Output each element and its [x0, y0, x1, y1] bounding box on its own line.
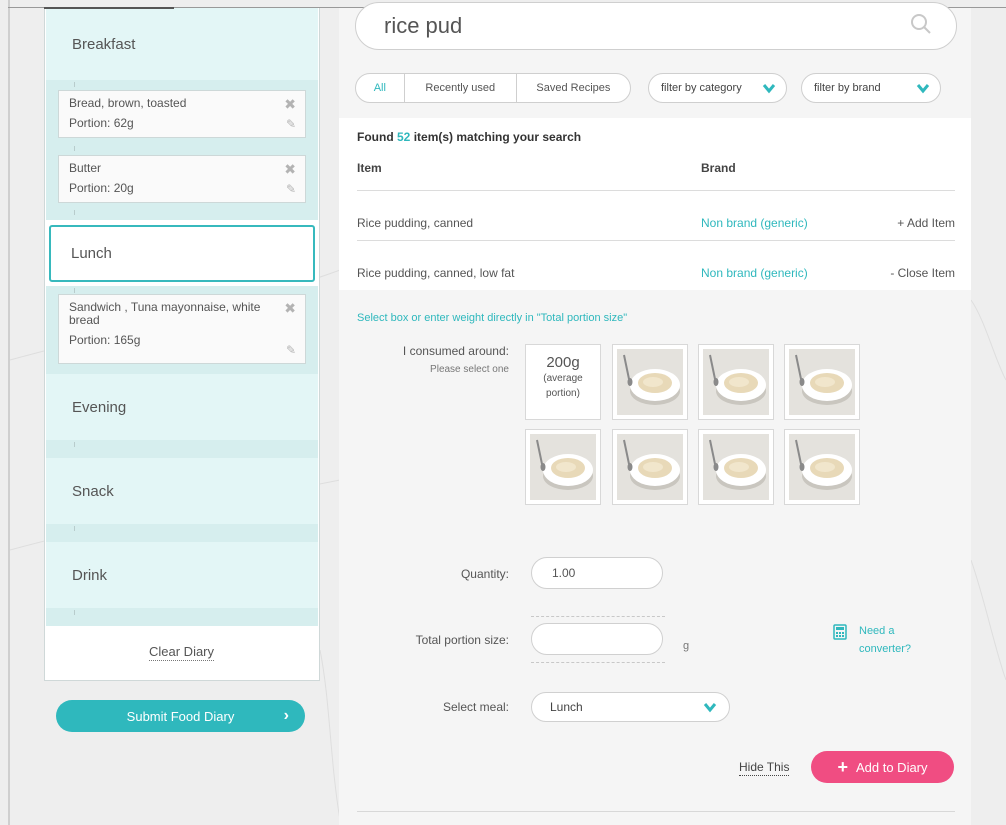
quantity-input[interactable]: [531, 557, 663, 589]
select-meal-label: Select meal:: [442, 700, 509, 714]
dashed-divider: [531, 616, 665, 617]
meal-snack-items: [46, 524, 318, 542]
meal-label: Snack: [72, 482, 114, 500]
result-item-brand[interactable]: Non brand (generic): [701, 266, 808, 280]
diary-item[interactable]: Sandwich , Tuna mayonnaise, white bread …: [58, 294, 306, 364]
diary-item[interactable]: Butter Portion: 20g ✖ ✎: [58, 155, 306, 203]
portion-tile-photo[interactable]: [698, 344, 774, 420]
meal-label: Drink: [72, 566, 108, 584]
tab-all[interactable]: All: [356, 74, 405, 102]
search-results: Found 52 item(s) matching your search It…: [339, 118, 971, 290]
portion-tile-photo[interactable]: [612, 429, 688, 505]
rice-pudding-bowl-icon: [530, 434, 596, 500]
diary-item-name: Bread, brown, toasted: [69, 96, 187, 110]
filter-category-label: filter by category: [661, 82, 742, 94]
filter-by-brand-dropdown[interactable]: filter by brand: [801, 73, 941, 103]
rice-pudding-bowl-icon: [617, 349, 683, 415]
chevron-down-icon: [703, 703, 717, 713]
add-to-diary-label: Add to Diary: [855, 759, 928, 775]
result-item-name[interactable]: Rice pudding, canned, low fat: [357, 266, 514, 280]
portion-tile-photo[interactable]: [784, 429, 860, 505]
edit-icon[interactable]: ✎: [286, 343, 296, 357]
result-item-name[interactable]: Rice pudding, canned: [357, 216, 473, 230]
meal-drink[interactable]: Drink: [46, 542, 318, 608]
clear-diary-link[interactable]: Clear Diary: [149, 644, 215, 661]
tab-saved-recipes[interactable]: Saved Recipes: [517, 74, 630, 102]
search-icon[interactable]: [910, 13, 932, 35]
diary-item-name: Butter: [69, 161, 102, 175]
remove-icon[interactable]: ✖: [284, 96, 296, 113]
meal-breakfast[interactable]: Breakfast: [46, 8, 318, 80]
selected-meal: Lunch: [550, 700, 583, 714]
results-count-number: 52: [397, 130, 411, 144]
rice-pudding-bowl-icon: [703, 434, 769, 500]
search-input[interactable]: [382, 11, 886, 41]
chevron-down-icon: [762, 84, 776, 94]
filter-brand-label: filter by brand: [814, 82, 881, 94]
meal-evening-items: [46, 440, 318, 458]
portion-tile-photo[interactable]: [612, 344, 688, 420]
search-box[interactable]: [355, 2, 957, 50]
meal-breakfast-items: Bread, brown, toasted Portion: 62g ✖ ✎ B…: [46, 80, 318, 220]
diary-item[interactable]: Bread, brown, toasted Portion: 62g ✖ ✎: [58, 90, 306, 138]
portion-tile-photo[interactable]: [698, 429, 774, 505]
add-item-button[interactable]: + Add Item: [897, 216, 955, 230]
portion-tile-photo[interactable]: [784, 344, 860, 420]
select-meal-dropdown[interactable]: Lunch: [531, 692, 730, 722]
meal-snack[interactable]: Snack: [46, 458, 318, 524]
rice-pudding-bowl-icon: [703, 349, 769, 415]
add-to-diary-button[interactable]: + Add to Diary: [811, 751, 954, 783]
diary-item-portion: Portion: 20g: [69, 181, 134, 195]
quantity-label: Quantity:: [460, 567, 509, 581]
remove-icon[interactable]: ✖: [284, 300, 296, 317]
calculator-icon: [833, 624, 847, 640]
diary-item-portion: Portion: 165g: [69, 333, 141, 347]
total-portion-label: Total portion size:: [415, 633, 509, 647]
submit-food-diary-button[interactable]: Submit Food Diary ›: [56, 700, 305, 732]
search-panel: All Recently used Saved Recipes filter b…: [339, 2, 971, 825]
portion-hint: Select box or enter weight directly in "…: [357, 312, 628, 324]
consumed-label: I consumed around:: [402, 344, 509, 358]
edit-icon[interactable]: ✎: [286, 117, 296, 131]
column-header-brand: Brand: [701, 161, 736, 175]
portion-tile-photo[interactable]: [525, 429, 601, 505]
meal-drink-items: [46, 608, 318, 626]
average-portion-weight: 200g: [546, 354, 580, 371]
hide-this-link[interactable]: Hide This: [739, 760, 790, 776]
tab-recently-used[interactable]: Recently used: [405, 74, 517, 102]
rice-pudding-bowl-icon: [789, 434, 855, 500]
food-diary-panel: Breakfast Bread, brown, toasted Portion:…: [44, 8, 320, 681]
result-item-brand[interactable]: Non brand (generic): [701, 216, 808, 230]
dashed-divider: [531, 662, 665, 663]
edit-icon[interactable]: ✎: [286, 182, 296, 196]
window-edge: [8, 0, 10, 825]
meal-lunch-items: Sandwich , Tuna mayonnaise, white bread …: [46, 286, 318, 374]
total-portion-input[interactable]: [531, 623, 663, 655]
chevron-down-icon: [916, 84, 930, 94]
remove-icon[interactable]: ✖: [284, 161, 296, 178]
diary-item-name: Sandwich , Tuna mayonnaise, white bread: [69, 300, 261, 327]
meal-lunch[interactable]: Lunch: [49, 225, 315, 282]
meal-label: Breakfast: [72, 35, 136, 53]
result-tabs: All Recently used Saved Recipes: [355, 73, 631, 103]
close-item-button[interactable]: - Close Item: [890, 266, 955, 280]
select-one-hint: Please select one: [430, 364, 509, 375]
submit-label: Submit Food Diary: [126, 708, 235, 724]
meal-label: Lunch: [71, 245, 112, 262]
results-count: Found 52 item(s) matching your search: [357, 130, 582, 144]
meal-evening[interactable]: Evening: [46, 374, 318, 440]
portion-tile-average[interactable]: 200g (average portion): [525, 344, 601, 420]
column-header-item: Item: [357, 161, 382, 175]
filter-by-category-dropdown[interactable]: filter by category: [648, 73, 787, 103]
rice-pudding-bowl-icon: [617, 434, 683, 500]
chevron-right-icon: ›: [283, 707, 289, 724]
meal-label: Evening: [72, 398, 127, 416]
left-panel-topline: [44, 7, 174, 9]
bottom-divider: [357, 811, 955, 812]
rice-pudding-bowl-icon: [789, 349, 855, 415]
diary-item-portion: Portion: 62g: [69, 116, 134, 130]
unit-label: g: [683, 640, 690, 652]
plus-icon: +: [837, 757, 848, 777]
